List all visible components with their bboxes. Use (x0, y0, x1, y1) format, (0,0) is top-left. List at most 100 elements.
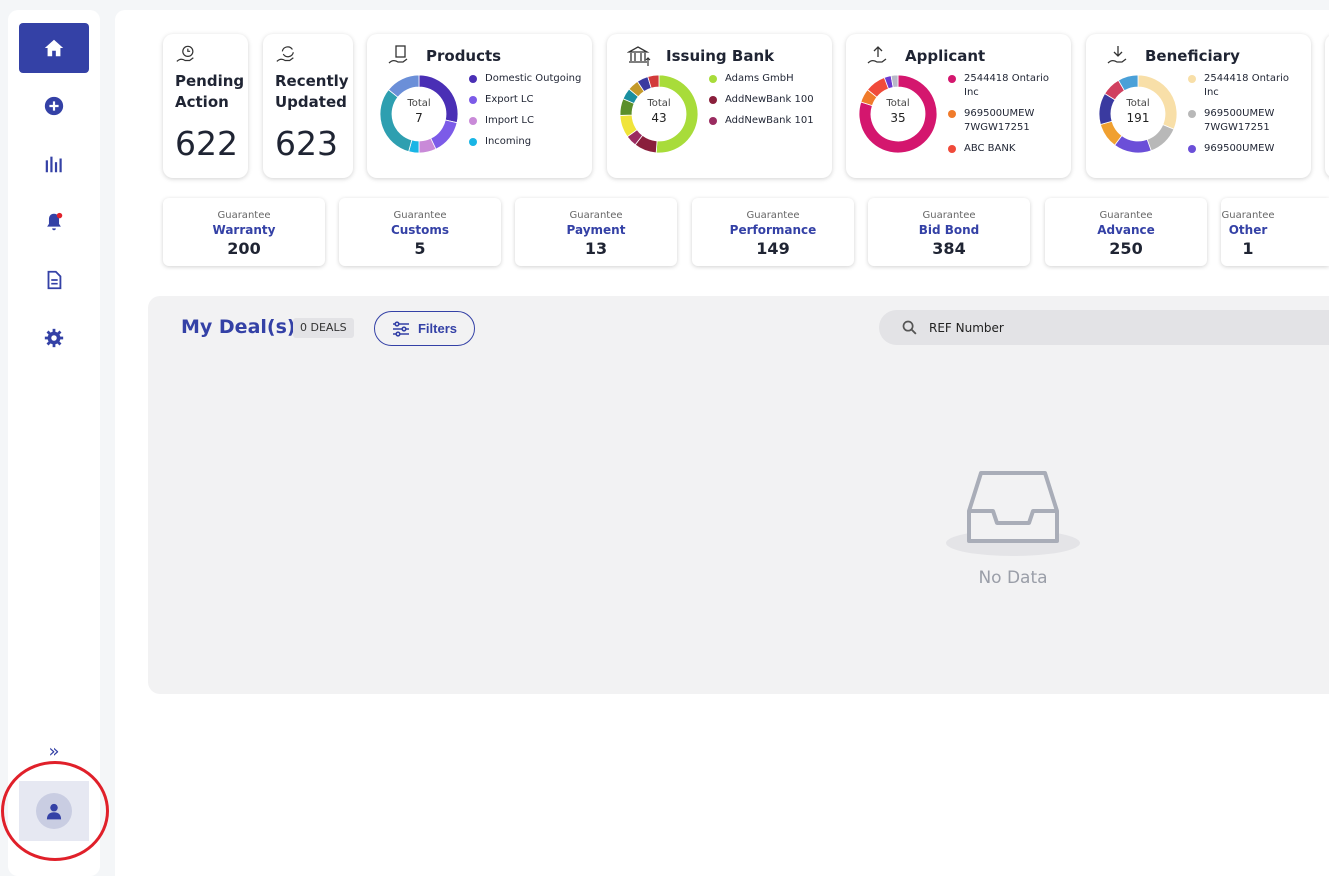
legend-item[interactable]: 969500UMEW 7WGW17251 (946, 107, 1066, 135)
guarantee-prefix: Guarantee (922, 210, 976, 221)
guarantee-card-performance[interactable]: Guarantee Performance 149 (692, 198, 854, 266)
refresh-hand-icon (276, 46, 294, 62)
legend-label: Domestic Outgoing (485, 73, 582, 84)
ref-number-search-input[interactable] (929, 317, 1309, 339)
sidebar-item-documents[interactable] (19, 255, 89, 305)
recently-updated-count: 623 (275, 124, 338, 163)
guarantee-prefix: Guarantee (569, 210, 623, 221)
guarantee-card-bid-bond[interactable]: Guarantee Bid Bond 384 (868, 198, 1030, 266)
products-chart-card[interactable]: Products Total 7 Domestic Outgoing Export … (367, 34, 592, 178)
legend-item[interactable]: 969500UMEW (1186, 142, 1306, 156)
recently-updated-label: Recently Updated (275, 72, 349, 111)
recently-updated-card[interactable]: Recently Updated 623 (263, 34, 353, 178)
products-title: Products (426, 47, 502, 65)
expand-sidebar-button[interactable]: » (19, 738, 89, 764)
donut-slice[interactable] (1146, 124, 1175, 152)
applicant-total: Total 35 (886, 98, 910, 125)
legend-item[interactable]: 969500UMEW 7WGW17251 (1186, 107, 1306, 135)
beneficiary-legend: 2544418 Ontario Inc 969500UMEW 7WGW17251 9… (1186, 72, 1306, 157)
next-chart-card-partial[interactable] (1325, 34, 1329, 178)
legend-item[interactable]: AddNewBank 100 (707, 93, 827, 107)
bank-icon (627, 46, 651, 66)
search-bar[interactable] (879, 310, 1329, 345)
guarantee-card-payment[interactable]: Guarantee Payment 13 (515, 198, 677, 266)
user-profile-button[interactable] (19, 781, 89, 841)
sidebar-item-reports[interactable] (19, 139, 89, 189)
sidebar-item-create[interactable] (19, 81, 89, 131)
document-icon (47, 270, 62, 290)
legend-item[interactable]: AddNewBank 101 (707, 114, 827, 128)
legend-dot (948, 75, 956, 83)
beneficiary-total: Total 191 (1126, 98, 1150, 125)
products-total: Total 7 (407, 98, 431, 125)
legend-item[interactable]: Export LC (467, 93, 587, 107)
sidebar-item-settings[interactable] (19, 313, 89, 363)
legend-label: 2544418 Ontario Inc (1204, 73, 1289, 98)
guarantee-card-other[interactable]: Guarantee Other 1 (1221, 198, 1329, 266)
legend-dot (948, 110, 956, 118)
beneficiary-title: Beneficiary (1145, 47, 1240, 65)
issuing-bank-legend: Adams GmbH AddNewBank 100 AddNewBank 101 (707, 72, 827, 157)
guarantee-type: Warranty (212, 223, 276, 237)
legend-label: AddNewBank 100 (725, 94, 814, 105)
sidebar-item-home[interactable] (19, 23, 89, 73)
guarantee-card-warranty[interactable]: Guarantee Warranty 200 (163, 198, 325, 266)
search-icon (902, 320, 917, 335)
legend-item[interactable]: Domestic Outgoing (467, 72, 587, 86)
filters-button[interactable]: Filters (374, 311, 475, 346)
legend-item[interactable]: 2544418 Ontario Inc (946, 72, 1066, 100)
legend-dot (709, 75, 717, 83)
document-hand-icon (388, 45, 408, 64)
legend-label: 969500UMEW (1204, 143, 1275, 154)
guarantee-prefix: Guarantee (746, 210, 800, 221)
applicant-chart-card[interactable]: Applicant Total 35 2544418 Ontario Inc 969… (846, 34, 1071, 178)
empty-inbox-icon (946, 471, 1080, 556)
legend-dot (1188, 145, 1196, 153)
guarantee-count: 5 (414, 239, 426, 258)
guarantee-count: 200 (227, 239, 261, 258)
issuing-bank-title: Issuing Bank (666, 47, 775, 65)
legend-label: 969500UMEW 7WGW17251 (964, 108, 1035, 133)
legend-label: ABC BANK (964, 143, 1016, 154)
upload-hand-icon (867, 46, 887, 64)
legend-dot (1188, 75, 1196, 83)
legend-dot (709, 117, 717, 125)
legend-dot (469, 117, 477, 125)
bell-icon (47, 212, 63, 231)
my-deals-title: My Deal(s) (181, 316, 296, 338)
clock-hand-icon (176, 45, 194, 62)
legend-dot (469, 96, 477, 104)
sidebar: » (8, 10, 100, 876)
legend-item[interactable]: 2544418 Ontario Inc (1186, 72, 1306, 100)
applicant-legend: 2544418 Ontario Inc 969500UMEW 7WGW17251 A… (946, 72, 1066, 157)
legend-dot (469, 75, 477, 83)
beneficiary-chart-card[interactable]: Beneficiary Total 191 2544418 Ontario Inc… (1086, 34, 1311, 178)
legend-item[interactable]: ABC BANK (946, 142, 1066, 156)
issuing-bank-chart-card[interactable]: Issuing Bank Total 43 Adams GmbH AddNewBan… (607, 34, 832, 178)
sidebar-item-notifications[interactable] (19, 197, 89, 247)
guarantee-count: 1 (1242, 239, 1254, 258)
my-deals-panel: My Deal(s) 0 DEALS Filters No Data (148, 296, 1329, 694)
legend-label: Export LC (485, 94, 534, 105)
guarantee-type: Bid Bond (918, 223, 980, 237)
pending-action-card[interactable]: Pending Action 622 (163, 34, 248, 178)
user-icon (46, 803, 62, 820)
avatar (36, 793, 72, 829)
download-hand-icon (1107, 46, 1127, 64)
donut-slice[interactable] (387, 74, 420, 98)
issuing-bank-total: Total 43 (647, 98, 671, 125)
pending-action-label: Pending Action (175, 72, 245, 111)
legend-label: AddNewBank 101 (725, 115, 814, 126)
legend-label: Import LC (485, 115, 534, 126)
pending-action-count: 622 (175, 124, 238, 163)
legend-item[interactable]: Incoming (467, 135, 587, 149)
legend-label: Incoming (485, 136, 532, 147)
legend-item[interactable]: Import LC (467, 114, 587, 128)
guarantee-card-customs[interactable]: Guarantee Customs 5 (339, 198, 501, 266)
legend-item[interactable]: Adams GmbH (707, 72, 827, 86)
guarantee-type: Performance (729, 223, 817, 237)
gear-icon (44, 328, 64, 348)
guarantee-type: Payment (566, 223, 626, 237)
legend-dot (948, 145, 956, 153)
guarantee-type: Other (1228, 223, 1268, 237)
